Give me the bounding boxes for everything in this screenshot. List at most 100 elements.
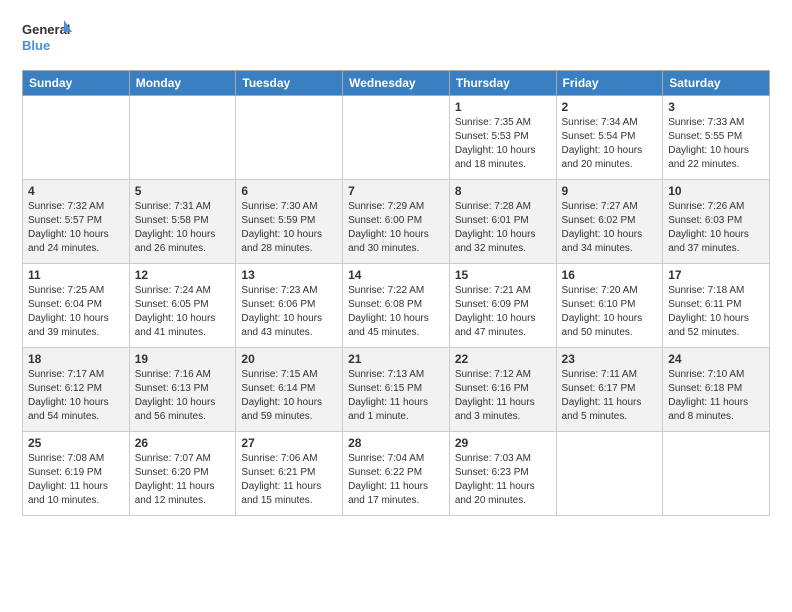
day-info: Sunrise: 7:04 AM Sunset: 6:22 PM Dayligh… bbox=[348, 452, 444, 508]
day-info: Sunrise: 7:28 AM Sunset: 6:01 PM Dayligh… bbox=[455, 200, 551, 256]
day-info: Sunrise: 7:07 AM Sunset: 6:20 PM Dayligh… bbox=[135, 452, 231, 508]
day-info: Sunrise: 7:20 AM Sunset: 6:10 PM Dayligh… bbox=[562, 284, 658, 340]
day-number: 27 bbox=[241, 436, 337, 450]
logo: General Blue bbox=[22, 18, 72, 62]
day-number: 15 bbox=[455, 268, 551, 282]
day-number: 2 bbox=[562, 100, 658, 114]
day-info: Sunrise: 7:27 AM Sunset: 6:02 PM Dayligh… bbox=[562, 200, 658, 256]
day-info: Sunrise: 7:12 AM Sunset: 6:16 PM Dayligh… bbox=[455, 368, 551, 424]
weekday-header-row: SundayMondayTuesdayWednesdayThursdayFrid… bbox=[23, 71, 770, 96]
calendar-cell: 20 Sunrise: 7:15 AM Sunset: 6:14 PM Dayli… bbox=[236, 348, 343, 432]
svg-text:General: General bbox=[22, 22, 70, 37]
day-number: 6 bbox=[241, 184, 337, 198]
weekday-header: Saturday bbox=[663, 71, 770, 96]
day-info: Sunrise: 7:16 AM Sunset: 6:13 PM Dayligh… bbox=[135, 368, 231, 424]
calendar-cell bbox=[556, 432, 663, 516]
day-info: Sunrise: 7:23 AM Sunset: 6:06 PM Dayligh… bbox=[241, 284, 337, 340]
day-info: Sunrise: 7:26 AM Sunset: 6:03 PM Dayligh… bbox=[668, 200, 764, 256]
calendar-cell bbox=[343, 96, 450, 180]
day-number: 22 bbox=[455, 352, 551, 366]
calendar-cell: 11 Sunrise: 7:25 AM Sunset: 6:04 PM Dayli… bbox=[23, 264, 130, 348]
day-info: Sunrise: 7:08 AM Sunset: 6:19 PM Dayligh… bbox=[28, 452, 124, 508]
svg-text:Blue: Blue bbox=[22, 38, 50, 53]
calendar-cell: 16 Sunrise: 7:20 AM Sunset: 6:10 PM Dayli… bbox=[556, 264, 663, 348]
calendar-cell: 24 Sunrise: 7:10 AM Sunset: 6:18 PM Dayli… bbox=[663, 348, 770, 432]
calendar-cell: 9 Sunrise: 7:27 AM Sunset: 6:02 PM Daylig… bbox=[556, 180, 663, 264]
weekday-header: Tuesday bbox=[236, 71, 343, 96]
day-info: Sunrise: 7:34 AM Sunset: 5:54 PM Dayligh… bbox=[562, 116, 658, 172]
calendar-cell: 26Sunrise: 7:07 AM Sunset: 6:20 PM Dayli… bbox=[129, 432, 236, 516]
day-info: Sunrise: 7:15 AM Sunset: 6:14 PM Dayligh… bbox=[241, 368, 337, 424]
day-number: 10 bbox=[668, 184, 764, 198]
day-number: 5 bbox=[135, 184, 231, 198]
logo-svg: General Blue bbox=[22, 18, 72, 62]
calendar-table: SundayMondayTuesdayWednesdayThursdayFrid… bbox=[22, 70, 770, 516]
calendar-row: 11 Sunrise: 7:25 AM Sunset: 6:04 PM Dayli… bbox=[23, 264, 770, 348]
day-info: Sunrise: 7:30 AM Sunset: 5:59 PM Dayligh… bbox=[241, 200, 337, 256]
day-number: 13 bbox=[241, 268, 337, 282]
day-number: 29 bbox=[455, 436, 551, 450]
calendar-cell: 23 Sunrise: 7:11 AM Sunset: 6:17 PM Dayli… bbox=[556, 348, 663, 432]
calendar-cell: 17Sunrise: 7:18 AM Sunset: 6:11 PM Dayli… bbox=[663, 264, 770, 348]
day-info: Sunrise: 7:31 AM Sunset: 5:58 PM Dayligh… bbox=[135, 200, 231, 256]
weekday-header: Friday bbox=[556, 71, 663, 96]
calendar-cell: 13 Sunrise: 7:23 AM Sunset: 6:06 PM Dayli… bbox=[236, 264, 343, 348]
header: General Blue bbox=[22, 18, 770, 62]
calendar-row: 25Sunrise: 7:08 AM Sunset: 6:19 PM Dayli… bbox=[23, 432, 770, 516]
calendar-cell: 7 Sunrise: 7:29 AM Sunset: 6:00 PM Daylig… bbox=[343, 180, 450, 264]
day-info: Sunrise: 7:10 AM Sunset: 6:18 PM Dayligh… bbox=[668, 368, 764, 424]
calendar-cell: 15 Sunrise: 7:21 AM Sunset: 6:09 PM Dayli… bbox=[449, 264, 556, 348]
weekday-header: Thursday bbox=[449, 71, 556, 96]
day-info: Sunrise: 7:33 AM Sunset: 5:55 PM Dayligh… bbox=[668, 116, 764, 172]
day-info: Sunrise: 7:32 AM Sunset: 5:57 PM Dayligh… bbox=[28, 200, 124, 256]
day-number: 14 bbox=[348, 268, 444, 282]
day-number: 12 bbox=[135, 268, 231, 282]
calendar-cell: 12 Sunrise: 7:24 AM Sunset: 6:05 PM Dayli… bbox=[129, 264, 236, 348]
day-number: 19 bbox=[135, 352, 231, 366]
day-number: 3 bbox=[668, 100, 764, 114]
day-info: Sunrise: 7:03 AM Sunset: 6:23 PM Dayligh… bbox=[455, 452, 551, 508]
day-info: Sunrise: 7:35 AM Sunset: 5:53 PM Dayligh… bbox=[455, 116, 551, 172]
weekday-header: Monday bbox=[129, 71, 236, 96]
day-number: 11 bbox=[28, 268, 124, 282]
day-number: 18 bbox=[28, 352, 124, 366]
calendar-cell: 29 Sunrise: 7:03 AM Sunset: 6:23 PM Dayli… bbox=[449, 432, 556, 516]
day-info: Sunrise: 7:21 AM Sunset: 6:09 PM Dayligh… bbox=[455, 284, 551, 340]
day-number: 28 bbox=[348, 436, 444, 450]
day-number: 24 bbox=[668, 352, 764, 366]
day-info: Sunrise: 7:25 AM Sunset: 6:04 PM Dayligh… bbox=[28, 284, 124, 340]
weekday-header: Wednesday bbox=[343, 71, 450, 96]
calendar-cell: 27 Sunrise: 7:06 AM Sunset: 6:21 PM Dayli… bbox=[236, 432, 343, 516]
calendar-cell: 1Sunrise: 7:35 AM Sunset: 5:53 PM Daylig… bbox=[449, 96, 556, 180]
calendar-cell bbox=[23, 96, 130, 180]
calendar-row: 18 Sunrise: 7:17 AM Sunset: 6:12 PM Dayli… bbox=[23, 348, 770, 432]
calendar-cell: 3 Sunrise: 7:33 AM Sunset: 5:55 PM Daylig… bbox=[663, 96, 770, 180]
calendar-cell bbox=[663, 432, 770, 516]
day-number: 21 bbox=[348, 352, 444, 366]
calendar-row: 4 Sunrise: 7:32 AM Sunset: 5:57 PM Daylig… bbox=[23, 180, 770, 264]
day-info: Sunrise: 7:22 AM Sunset: 6:08 PM Dayligh… bbox=[348, 284, 444, 340]
day-info: Sunrise: 7:11 AM Sunset: 6:17 PM Dayligh… bbox=[562, 368, 658, 424]
calendar-cell: 25Sunrise: 7:08 AM Sunset: 6:19 PM Dayli… bbox=[23, 432, 130, 516]
calendar-cell: 28 Sunrise: 7:04 AM Sunset: 6:22 PM Dayli… bbox=[343, 432, 450, 516]
calendar-cell: 22 Sunrise: 7:12 AM Sunset: 6:16 PM Dayli… bbox=[449, 348, 556, 432]
day-number: 4 bbox=[28, 184, 124, 198]
day-info: Sunrise: 7:13 AM Sunset: 6:15 PM Dayligh… bbox=[348, 368, 444, 424]
day-number: 23 bbox=[562, 352, 658, 366]
calendar-cell: 14 Sunrise: 7:22 AM Sunset: 6:08 PM Dayli… bbox=[343, 264, 450, 348]
day-info: Sunrise: 7:06 AM Sunset: 6:21 PM Dayligh… bbox=[241, 452, 337, 508]
day-number: 20 bbox=[241, 352, 337, 366]
day-info: Sunrise: 7:24 AM Sunset: 6:05 PM Dayligh… bbox=[135, 284, 231, 340]
calendar-cell: 18 Sunrise: 7:17 AM Sunset: 6:12 PM Dayli… bbox=[23, 348, 130, 432]
calendar-cell: 8Sunrise: 7:28 AM Sunset: 6:01 PM Daylig… bbox=[449, 180, 556, 264]
day-info: Sunrise: 7:17 AM Sunset: 6:12 PM Dayligh… bbox=[28, 368, 124, 424]
calendar-cell: 21 Sunrise: 7:13 AM Sunset: 6:15 PM Dayli… bbox=[343, 348, 450, 432]
day-number: 7 bbox=[348, 184, 444, 198]
calendar-cell bbox=[236, 96, 343, 180]
calendar-cell: 5 Sunrise: 7:31 AM Sunset: 5:58 PM Daylig… bbox=[129, 180, 236, 264]
day-number: 16 bbox=[562, 268, 658, 282]
day-info: Sunrise: 7:29 AM Sunset: 6:00 PM Dayligh… bbox=[348, 200, 444, 256]
calendar-cell: 6 Sunrise: 7:30 AM Sunset: 5:59 PM Daylig… bbox=[236, 180, 343, 264]
day-info: Sunrise: 7:18 AM Sunset: 6:11 PM Dayligh… bbox=[668, 284, 764, 340]
day-number: 9 bbox=[562, 184, 658, 198]
